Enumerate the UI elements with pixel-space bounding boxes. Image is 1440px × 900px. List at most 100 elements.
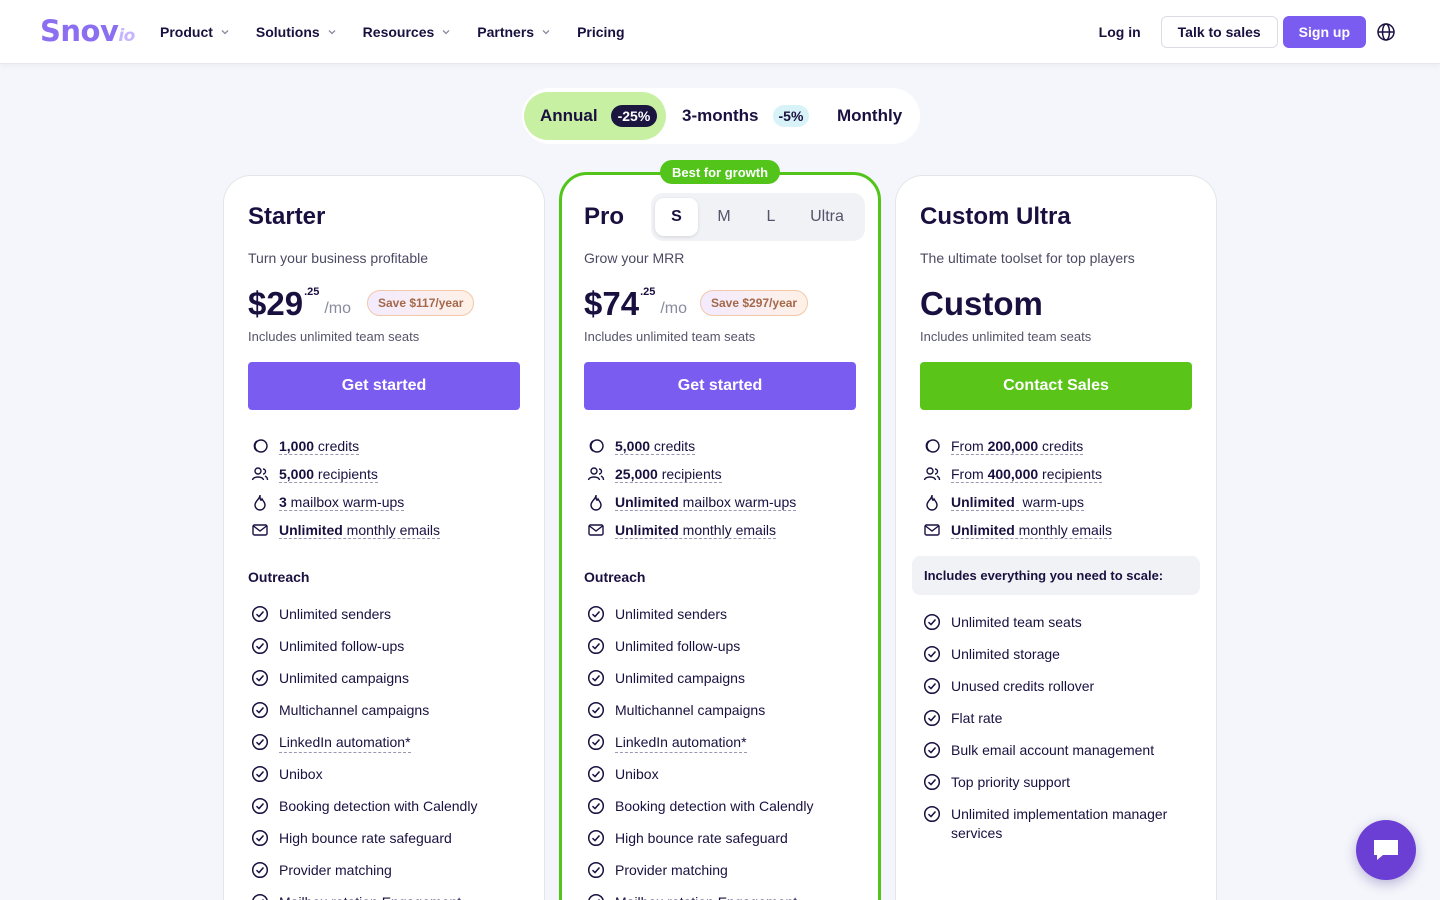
size-option-m[interactable]: M xyxy=(709,198,739,236)
check-circle-icon xyxy=(587,765,605,783)
recipients-icon xyxy=(923,467,941,481)
stat-warmups: Unlimited mailbox warm-ups xyxy=(584,493,797,511)
plan-subtitle: The ultimate toolset for top players xyxy=(920,250,1135,266)
feature-item: Unlimited senders xyxy=(248,605,508,624)
feature-item: Unused credits rollover xyxy=(920,677,1180,696)
contact-sales-button[interactable]: Contact Sales xyxy=(920,362,1192,410)
login-link[interactable]: Log in xyxy=(1099,24,1141,40)
feature-label: Multichannel campaigns xyxy=(615,702,766,718)
includes-everything-note: Includes everything you need to scale: xyxy=(912,556,1200,595)
feature-label: Booking detection with Calendly xyxy=(615,798,814,814)
pro-get-started-button[interactable]: Get started xyxy=(584,362,856,410)
feature-label: Unlimited campaigns xyxy=(279,670,409,686)
nav-pricing[interactable]: Pricing xyxy=(577,24,624,40)
check-circle-icon xyxy=(251,605,269,623)
section-heading-outreach: Outreach xyxy=(248,569,310,585)
size-option-l[interactable]: L xyxy=(757,198,785,236)
chevron-down-icon xyxy=(542,30,550,35)
feature-label: Unlimited senders xyxy=(615,606,728,622)
feature-item: Flat rate xyxy=(920,709,1180,728)
seats-note: Includes unlimited team seats xyxy=(248,329,420,344)
seats-note: Includes unlimited team seats xyxy=(920,329,1092,344)
billing-annual-option[interactable]: Annual -25% xyxy=(524,92,666,140)
check-circle-icon xyxy=(252,893,268,900)
feature-label: Top priority support xyxy=(951,774,1071,790)
check-circle-icon xyxy=(587,637,605,655)
stat-recipients: 5,000 recipients xyxy=(248,465,378,483)
credits-icon xyxy=(589,439,604,453)
plan-title: Custom Ultra xyxy=(920,203,1071,230)
check-circle-icon xyxy=(587,669,605,687)
feature-label: High bounce rate safeguard xyxy=(279,830,452,846)
feature-item: Bulk email account management xyxy=(920,741,1180,760)
nav-resources[interactable]: Resources xyxy=(363,24,452,40)
feature-label: Unlimited team seats xyxy=(951,614,1082,630)
snovio-logo[interactable]: Snovio xyxy=(40,14,135,48)
savings-badge: Save $117/year xyxy=(367,290,475,316)
check-circle-icon xyxy=(587,797,605,815)
feature-label: Unlimited campaigns xyxy=(615,670,745,686)
check-circle-icon xyxy=(251,637,269,655)
check-circle-icon xyxy=(251,765,269,783)
chat-widget-button[interactable] xyxy=(1356,820,1416,880)
nav-solutions[interactable]: Solutions xyxy=(256,24,337,40)
check-circle-icon xyxy=(251,829,269,847)
savings-badge: Save $297/year xyxy=(700,290,809,316)
feature-item: Unibox xyxy=(584,765,844,784)
seats-note: Includes unlimited team seats xyxy=(584,329,756,344)
pro-size-selector: S M L Ultra xyxy=(651,193,865,241)
nav-product[interactable]: Product xyxy=(160,24,230,40)
chevron-down-icon xyxy=(442,30,450,35)
chevron-down-icon xyxy=(328,30,336,35)
check-circle-icon xyxy=(923,773,941,791)
feature-item: Unibox xyxy=(248,765,508,784)
feature-item: Multichannel campaigns xyxy=(248,701,508,720)
stat-warmups: 3 mailbox warm-ups xyxy=(248,493,405,511)
check-circle-icon xyxy=(251,861,269,879)
feature-label: Booking detection with Calendly xyxy=(279,798,478,814)
feature-item: Top priority support xyxy=(920,773,1180,792)
plan-title: Pro xyxy=(584,203,625,230)
check-circle-icon xyxy=(587,829,605,847)
flame-icon xyxy=(590,494,602,511)
feature-item: Unlimited follow-ups xyxy=(248,637,508,656)
feature-label: Unibox xyxy=(615,766,659,782)
check-circle-icon xyxy=(587,701,605,719)
stat-emails: Unlimited monthly emails xyxy=(920,521,1113,539)
check-circle-icon xyxy=(923,677,941,695)
feature-label: Multichannel campaigns xyxy=(279,702,430,718)
stat-emails: Unlimited monthly emails xyxy=(248,521,441,539)
feature-item: Mailbox rotation Engagement xyxy=(584,893,844,900)
feature-item: Unlimited campaigns xyxy=(584,669,844,688)
header-actions: Log in Talk to sales Sign up xyxy=(1099,16,1396,48)
feature-label: Unlimited follow-ups xyxy=(279,638,405,654)
starter-get-started-button[interactable]: Get started xyxy=(248,362,520,410)
size-option-s[interactable]: S xyxy=(655,198,698,236)
feature-item: Unlimited storage xyxy=(920,645,1180,664)
globe-icon[interactable] xyxy=(1376,22,1396,42)
feature-label: Unlimited senders xyxy=(279,606,392,622)
talk-to-sales-button[interactable]: Talk to sales xyxy=(1160,16,1278,48)
3months-discount-badge: -5% xyxy=(772,105,810,127)
feature-item: High bounce rate safeguard xyxy=(248,829,508,848)
size-option-ultra[interactable]: Ultra xyxy=(801,198,853,236)
feature-label: Unlimited implementation manager service… xyxy=(951,806,1168,841)
main-nav: Product Solutions Resources Partners Pri… xyxy=(160,0,651,64)
billing-monthly-option[interactable]: Monthly xyxy=(837,92,902,140)
feature-item: Unlimited follow-ups xyxy=(584,637,844,656)
feature-label: Provider matching xyxy=(615,862,728,878)
feature-item: LinkedIn automation* xyxy=(584,733,844,753)
feature-item: Provider matching xyxy=(584,861,844,880)
feature-label: Provider matching xyxy=(279,862,392,878)
check-circle-icon xyxy=(251,733,269,751)
section-heading-outreach: Outreach xyxy=(584,569,646,585)
stat-credits: 5,000 credits xyxy=(584,437,696,455)
plan-title: Starter xyxy=(248,203,326,230)
feature-label: Mailbox rotation Engagement xyxy=(615,893,797,900)
check-circle-icon xyxy=(923,645,941,663)
sign-up-button[interactable]: Sign up xyxy=(1282,16,1366,48)
nav-partners[interactable]: Partners xyxy=(477,24,551,40)
credits-icon xyxy=(253,439,268,453)
billing-3months-option[interactable]: 3-months -5% xyxy=(682,92,810,140)
feature-item: Booking detection with Calendly xyxy=(584,797,844,816)
